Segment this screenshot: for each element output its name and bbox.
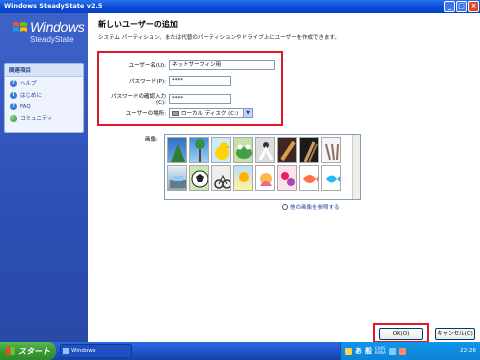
sidebar-item-label: コミュニティ	[20, 116, 53, 122]
location-label: ユーザーの場所:	[125, 111, 166, 117]
window-title: Windows SteadyState v2.5	[4, 2, 103, 10]
confirm-password-row: パスワードの確認入力(C): ****	[109, 92, 231, 106]
confirm-password-input[interactable]: ****	[169, 94, 231, 104]
related-topics-panel: 関連項目 ? ヘルプ i はじめに ? FAQ コミュニティ	[4, 63, 84, 133]
location-select[interactable]: ローカル ディスク (C:) ▼	[169, 108, 253, 118]
picture-tile[interactable]	[277, 137, 297, 163]
picture-label: 画像:	[145, 137, 158, 143]
app-icon	[63, 348, 69, 354]
picture-tile[interactable]	[211, 165, 231, 191]
sidebar-item-faq[interactable]: ? FAQ	[5, 101, 83, 112]
logo-subtitle: SteadyState	[30, 35, 74, 44]
start-label: スタート	[18, 346, 50, 356]
sidebar: Windows SteadyState 関連項目 ? ヘルプ i はじめに ? …	[0, 13, 88, 342]
picture-tile[interactable]	[321, 165, 341, 191]
password-input[interactable]: ****	[169, 76, 231, 86]
picture-tile[interactable]	[255, 165, 275, 191]
picture-tile[interactable]	[255, 137, 275, 163]
info-icon: i	[10, 91, 17, 99]
picture-tile[interactable]	[233, 137, 253, 163]
password-row: パスワード(P): ****	[109, 76, 231, 86]
main-panel: 新しいユーザーの追加 システム パーティション、または代替のパーティションやドラ…	[88, 13, 480, 343]
sidebar-item-label: FAQ	[20, 103, 31, 110]
taskbar-item-label: Windows SteadyState...	[71, 348, 96, 354]
password-label: パスワード(P):	[129, 79, 166, 85]
related-topics-header: 関連項目	[5, 64, 83, 77]
sidebar-item-label: はじめに	[20, 93, 43, 99]
picture-tile[interactable]	[321, 137, 341, 163]
security-icon[interactable]	[399, 347, 407, 355]
kana-label: KANA	[375, 350, 387, 355]
ime-conversion-indicator[interactable]: 般	[365, 346, 372, 356]
sidebar-item-label: ヘルプ	[20, 81, 37, 87]
clock[interactable]: 22:26	[460, 348, 480, 354]
picture-tile[interactable]	[211, 137, 231, 163]
picture-tile[interactable]	[299, 137, 319, 163]
sidebar-item-help[interactable]: ? ヘルプ	[5, 77, 83, 89]
taskbar-item-steadystate[interactable]: Windows SteadyState...	[60, 344, 132, 358]
picture-tile[interactable]	[167, 137, 187, 163]
window-titlebar[interactable]: Windows SteadyState v2.5 _ □ ×	[0, 0, 480, 13]
tray-app-icon[interactable]	[345, 347, 352, 355]
sidebar-item-getting-started[interactable]: i はじめに	[5, 89, 83, 101]
ime-mode-indicator[interactable]: あ	[355, 346, 362, 356]
picture-tile[interactable]	[233, 165, 253, 191]
system-tray: あ 般 CAPS KANA 22:26	[340, 342, 480, 360]
page-subtitle: システム パーティション、または代替のパーティションやドライブ上にユーザーを作成…	[98, 35, 340, 41]
disk-icon	[172, 110, 179, 116]
close-button[interactable]: ×	[468, 1, 479, 12]
user-form-highlight: ユーザー名(U): ネットサーフィン用 パスワード(P): **** パスワード…	[97, 51, 283, 126]
windows-flag-icon	[6, 347, 15, 355]
caps-kana-indicator: CAPS KANA	[375, 347, 386, 355]
location-selected-value: ローカル ディスク (C:)	[181, 111, 239, 117]
logo-text: Windows	[30, 19, 85, 35]
location-row: ユーザーの場所: ローカル ディスク (C:) ▼	[109, 108, 253, 118]
browse-more-pictures-label: 他の画像を参照する	[290, 205, 340, 211]
globe-icon	[10, 114, 17, 122]
confirm-password-label: パスワードの確認入力(C):	[110, 94, 166, 106]
cancel-button[interactable]: キャンセル(C)	[435, 328, 475, 340]
picture-tile[interactable]	[189, 137, 209, 163]
picture-selector	[164, 134, 361, 200]
page-title: 新しいユーザーの追加	[98, 20, 178, 29]
help-icon: ?	[10, 79, 17, 87]
picture-tile[interactable]	[299, 165, 319, 191]
username-label: ユーザー名(U):	[128, 63, 166, 69]
network-icon[interactable]	[389, 347, 397, 355]
picture-grid	[167, 137, 341, 191]
sidebar-item-community[interactable]: コミュニティ	[5, 112, 83, 124]
windows-logo-icon	[13, 22, 27, 32]
ok-button[interactable]: OK(O)	[379, 328, 423, 340]
picture-scrollbar[interactable]	[352, 135, 360, 199]
window-controls: _ □ ×	[444, 1, 479, 12]
chevron-down-icon[interactable]: ▼	[243, 109, 252, 117]
start-button[interactable]: スタート	[0, 342, 56, 360]
magnifier-icon	[282, 204, 288, 210]
picture-tile[interactable]	[277, 165, 297, 191]
minimize-button[interactable]: _	[444, 1, 455, 12]
taskbar: スタート Windows SteadyState... あ 般 CAPS KAN…	[0, 342, 480, 360]
picture-tile[interactable]	[167, 165, 187, 191]
username-input[interactable]: ネットサーフィン用	[169, 60, 275, 70]
picture-tile[interactable]	[189, 165, 209, 191]
maximize-button[interactable]: □	[456, 1, 467, 12]
username-row: ユーザー名(U): ネットサーフィン用	[109, 60, 275, 70]
faq-icon: ?	[10, 103, 17, 110]
browse-more-pictures-link[interactable]: 他の画像を参照する	[282, 203, 340, 211]
